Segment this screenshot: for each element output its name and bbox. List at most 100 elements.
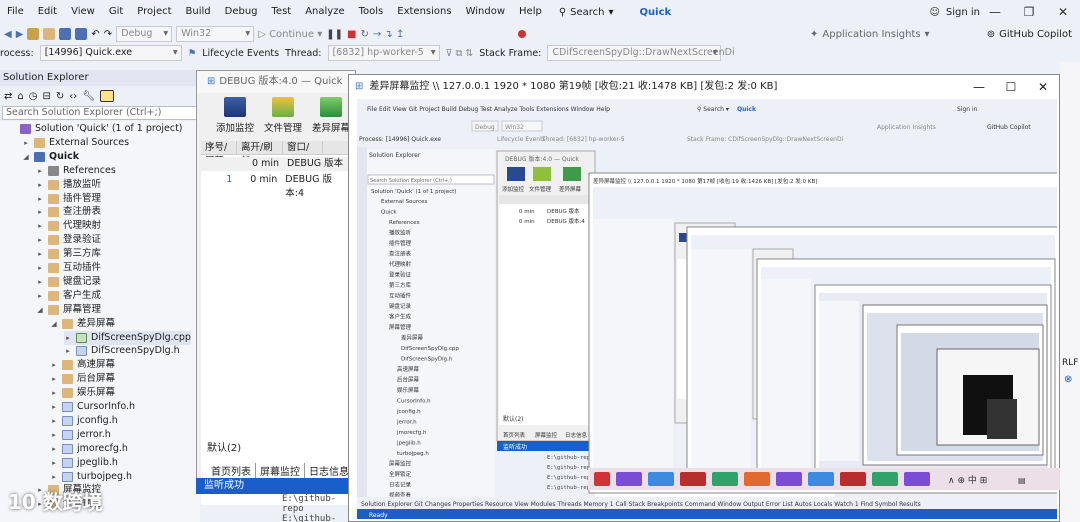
expand-arrow-icon[interactable]: ▸ (36, 289, 44, 303)
tree-item[interactable]: ▸ turbojpeg.h (50, 470, 132, 484)
pause-icon[interactable]: ❚❚ (326, 29, 343, 40)
menu-edit[interactable]: Edit (31, 0, 64, 24)
app-insights[interactable]: ✦ Application Insights ▾ (810, 24, 930, 44)
expand-arrow-icon[interactable]: ▸ (36, 261, 44, 275)
expand-arrow-icon[interactable]: ▸ (36, 205, 44, 219)
filter-icon[interactable]: ⊽ ⧉ ⇅ (446, 48, 474, 59)
log-tab[interactable]: 默认(2) (207, 439, 241, 454)
tree-item[interactable]: ▸ 高速屏幕 (50, 358, 115, 372)
expand-arrow-icon[interactable]: ▸ (36, 164, 44, 178)
expand-arrow-icon[interactable]: ▸ (50, 442, 58, 456)
menu-build[interactable]: Build (179, 0, 218, 24)
minimize-icon[interactable]: — (978, 0, 1012, 24)
diff-screen-button[interactable]: 差异屏幕 (309, 97, 353, 134)
step-icon[interactable]: → ↴ ↥ (373, 29, 405, 40)
undo-icon[interactable]: ↶ (91, 29, 99, 40)
expand-arrow-icon[interactable]: ▸ (64, 331, 72, 345)
menu-test[interactable]: Test (265, 0, 299, 24)
stop-icon[interactable]: ■ (347, 29, 356, 40)
back-icon[interactable]: ◀ (4, 29, 12, 40)
col-time[interactable]: 离开/刷新 (237, 141, 283, 167)
expand-arrow-icon[interactable]: ▸ (36, 275, 44, 289)
expand-arrow-icon[interactable]: ▸ (36, 247, 44, 261)
tree-item[interactable]: ▸ DifScreenSpyDlg.cpp (64, 330, 191, 345)
history-icon[interactable]: ◷ (29, 91, 38, 102)
tree-item[interactable]: ▸ References (36, 164, 116, 178)
thread-select[interactable]: [6832] hp-worker-5 (327, 45, 440, 61)
tree-item[interactable]: ▸ 后台屏幕 (50, 372, 115, 386)
sync-icon[interactable]: ⇄ (4, 91, 12, 102)
tree-item[interactable]: ▸ External Sources (22, 136, 129, 150)
tree-item[interactable]: ▸ 登录验证 (36, 233, 101, 247)
restore-icon[interactable]: ❐ (1012, 0, 1046, 24)
close-icon[interactable]: ✕ (1027, 75, 1059, 99)
maximize-icon[interactable]: ☐ (995, 75, 1027, 99)
tree-item[interactable]: ▸ 代理映射 (36, 219, 101, 233)
expand-arrow-icon[interactable]: ▸ (64, 344, 72, 358)
tree-item[interactable]: ▸ CursorInfo.h (50, 400, 135, 414)
tree-item[interactable]: ▸ 第三方库 (36, 247, 101, 261)
remote-taskbar[interactable]: ∧ ⊕ 中 ⊞ ▤ (588, 468, 1060, 490)
expand-arrow-icon[interactable]: ▸ (50, 400, 58, 414)
menu-debug[interactable]: Debug (218, 0, 265, 24)
tree-item[interactable]: Solution 'Quick' (1 of 1 project) (8, 122, 183, 136)
expand-arrow-icon[interactable]: ▸ (50, 386, 58, 400)
wrench-icon[interactable]: 🔧︎ (82, 91, 95, 102)
expand-arrow-icon[interactable]: ▸ (36, 233, 44, 247)
collapse-icon[interactable]: ⊟ (42, 91, 50, 102)
expand-arrow-icon[interactable]: ▸ (50, 358, 58, 372)
minimize-icon[interactable]: — (963, 75, 995, 99)
tree-item[interactable]: ▸ 查注册表 (36, 205, 101, 219)
expand-arrow-icon[interactable]: ▸ (50, 428, 58, 442)
solution-explorer-search[interactable]: Search Solution Explorer (Ctrl+;) (2, 106, 198, 120)
remote-screen-canvas[interactable]: File Edit View Git Project Build Debug T… (357, 99, 1057, 519)
expand-arrow-icon[interactable]: ▸ (22, 136, 30, 150)
menu-git[interactable]: Git (102, 0, 130, 24)
home-icon[interactable]: ⌂ (17, 91, 23, 102)
menu-tools[interactable]: Tools (352, 0, 391, 24)
platform-select[interactable]: Win32 (176, 26, 255, 42)
restart-icon[interactable]: ↻ (360, 29, 368, 40)
tab-log-info[interactable]: 日志信息 (305, 463, 354, 478)
file-manager-button[interactable]: 文件管理 (261, 97, 305, 134)
table-row[interactable]: 1 0 min DEBUG 版本:4 (201, 173, 353, 199)
expand-arrow-icon[interactable]: ▸ (36, 178, 44, 192)
menu-help[interactable]: Help (512, 0, 549, 24)
continue-button[interactable]: ▷ Continue ▾ (258, 29, 322, 40)
expand-arrow-icon[interactable]: ▸ (36, 192, 44, 206)
col-index[interactable]: 序号/屏幕 (201, 141, 237, 167)
save-icon[interactable] (59, 28, 72, 40)
new-file-icon[interactable] (27, 28, 40, 40)
open-folder-icon[interactable] (43, 28, 56, 40)
search-box[interactable]: ⚲ Search ▾ (559, 7, 614, 18)
process-select[interactable]: [14996] Quick.exe (39, 45, 182, 61)
redo-icon[interactable]: ↷ (104, 29, 112, 40)
stack-frame-select[interactable]: CDifScreenSpyDlg::DrawNextScreenDi (547, 45, 735, 61)
col-window[interactable]: 窗口/ (283, 141, 323, 154)
expand-arrow-icon[interactable]: ▸ (50, 470, 58, 484)
tree-item[interactable]: ▸ 互动插件 (36, 261, 101, 275)
lifecycle-events[interactable]: Lifecycle Events (202, 48, 279, 59)
menu-file[interactable]: File (0, 0, 31, 24)
close-icon[interactable]: ✕ (1046, 0, 1080, 24)
table-row[interactable]: 0 min DEBUG 版本 (201, 157, 353, 171)
refresh-icon[interactable]: ↻ (56, 91, 64, 102)
tree-item[interactable]: ▸ jerror.h (50, 428, 111, 442)
signin-area[interactable]: ☺ Sign in (929, 0, 980, 24)
tab-home-list[interactable]: 首页列表 (207, 463, 256, 478)
expand-arrow-icon[interactable]: ◢ (50, 317, 58, 331)
tree-item[interactable]: ▸ jconfig.h (50, 414, 118, 428)
expand-arrow-icon[interactable]: ◢ (36, 303, 44, 317)
preview-icon[interactable] (99, 90, 114, 102)
tree-item[interactable]: ◢ Quick (22, 150, 79, 164)
expand-arrow-icon[interactable]: ◢ (22, 150, 30, 164)
expand-arrow-icon[interactable]: ▸ (50, 372, 58, 386)
menu-project[interactable]: Project (130, 0, 178, 24)
tree-item[interactable]: ▸ DifScreenSpyDlg.h (64, 344, 180, 358)
tree-item[interactable]: ▸ 播放监听 (36, 178, 101, 192)
expand-arrow-icon[interactable]: ▸ (50, 414, 58, 428)
save-all-icon[interactable] (75, 28, 88, 40)
tree-item[interactable]: ▸ jmorecfg.h (50, 442, 128, 456)
code-icon[interactable]: ‹› (69, 91, 77, 102)
menu-extensions[interactable]: Extensions (390, 0, 458, 24)
